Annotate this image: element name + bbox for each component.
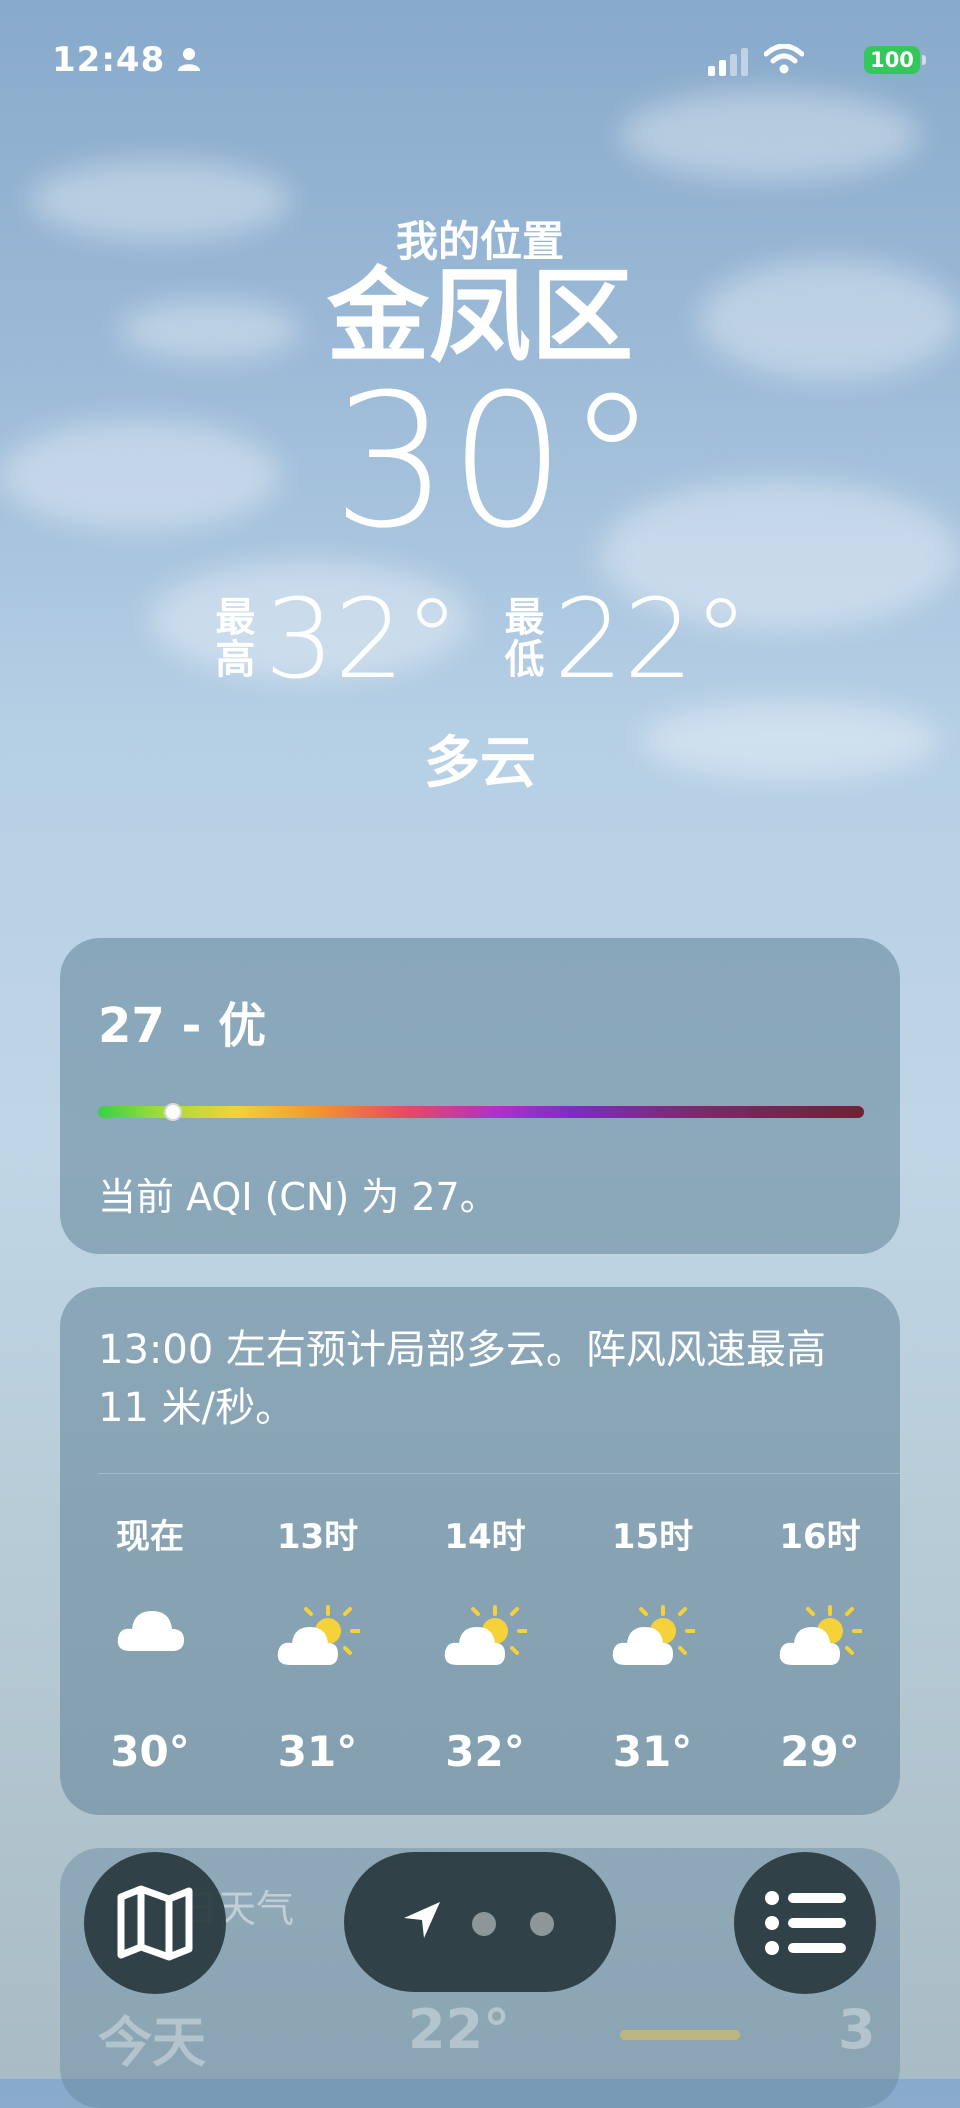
day-label: 今天 bbox=[98, 2011, 206, 2074]
person-icon bbox=[178, 48, 200, 71]
hour-label: 15时 bbox=[611, 1517, 694, 1557]
page-dot[interactable] bbox=[530, 1912, 554, 1936]
aqi-indicator bbox=[164, 1103, 183, 1121]
hourly-item: 14时 32° bbox=[415, 1509, 555, 1776]
hourly-item: 15时 31° bbox=[583, 1509, 723, 1776]
cellular-signal-icon bbox=[708, 48, 748, 76]
low-label: 最低 bbox=[504, 595, 545, 683]
cloud-icon bbox=[80, 1605, 220, 1675]
list-icon bbox=[765, 1891, 846, 1955]
hour-temperature: 32° bbox=[445, 1727, 525, 1776]
wifi-icon bbox=[764, 44, 804, 74]
map-icon bbox=[117, 1885, 193, 1961]
partly-sunny-icon bbox=[415, 1605, 555, 1675]
hour-label: 现在 bbox=[116, 1517, 184, 1557]
weather-condition: 多云 bbox=[424, 731, 536, 796]
partly-sunny-icon bbox=[583, 1605, 723, 1675]
hourly-forecast-card[interactable]: 13:00 左右预计局部多云。阵风风速最高 11 米/秒。 现在 30° 13时 31… bbox=[60, 1287, 900, 1815]
hourly-list[interactable]: 现在 30° 13时 31° 14时 32° 15时 31° 16时 29° bbox=[80, 1509, 890, 1776]
aqi-scale-bar bbox=[98, 1103, 864, 1121]
high-temperature: 32° bbox=[264, 575, 460, 703]
divider bbox=[98, 1473, 900, 1474]
hourly-item: 16时 29° bbox=[750, 1509, 890, 1776]
high-label: 最高 bbox=[215, 595, 256, 683]
low-temperature: 22° bbox=[553, 575, 749, 703]
air-quality-card[interactable]: 27 - 优 当前 AQI (CN) 为 27。 bbox=[60, 938, 900, 1254]
partly-sunny-icon bbox=[750, 1605, 890, 1675]
page-dot[interactable] bbox=[472, 1912, 496, 1936]
page-control[interactable] bbox=[344, 1852, 616, 1992]
battery-level: 100 bbox=[870, 48, 914, 72]
hour-temperature: 29° bbox=[780, 1727, 860, 1776]
aqi-title: 27 - 优 bbox=[98, 998, 267, 1054]
current-temperature: 30° bbox=[331, 355, 659, 569]
day-low: 22° bbox=[408, 1998, 511, 2061]
map-button[interactable] bbox=[84, 1852, 226, 1994]
forecast-summary: 13:00 左右预计局部多云。阵风风速最高 11 米/秒。 bbox=[98, 1327, 826, 1431]
hour-label: 13时 bbox=[276, 1517, 359, 1557]
partly-sunny-icon bbox=[248, 1605, 388, 1675]
hourly-item: 现在 30° bbox=[80, 1509, 220, 1776]
hour-temperature: 31° bbox=[612, 1727, 693, 1776]
battery-indicator: 100 bbox=[864, 46, 926, 74]
location-arrow-icon[interactable] bbox=[400, 1898, 444, 1942]
hourly-item: 13时 31° bbox=[248, 1509, 388, 1776]
hour-label: 16时 bbox=[779, 1517, 861, 1557]
hour-temperature: 31° bbox=[277, 1727, 358, 1776]
day-high: 3 bbox=[838, 1998, 876, 2061]
status-time: 12:48 bbox=[52, 40, 166, 80]
hour-label: 14时 bbox=[444, 1517, 526, 1557]
status-bar: 12:48 100 bbox=[52, 36, 926, 86]
hour-temperature: 30° bbox=[110, 1727, 190, 1776]
list-button[interactable] bbox=[734, 1852, 876, 1994]
aqi-description: 当前 AQI (CN) 为 27。 bbox=[98, 1175, 498, 1219]
high-low-temperatures: 最高 32° 最低 22° bbox=[0, 575, 960, 703]
day-range-bar bbox=[620, 2030, 740, 2040]
